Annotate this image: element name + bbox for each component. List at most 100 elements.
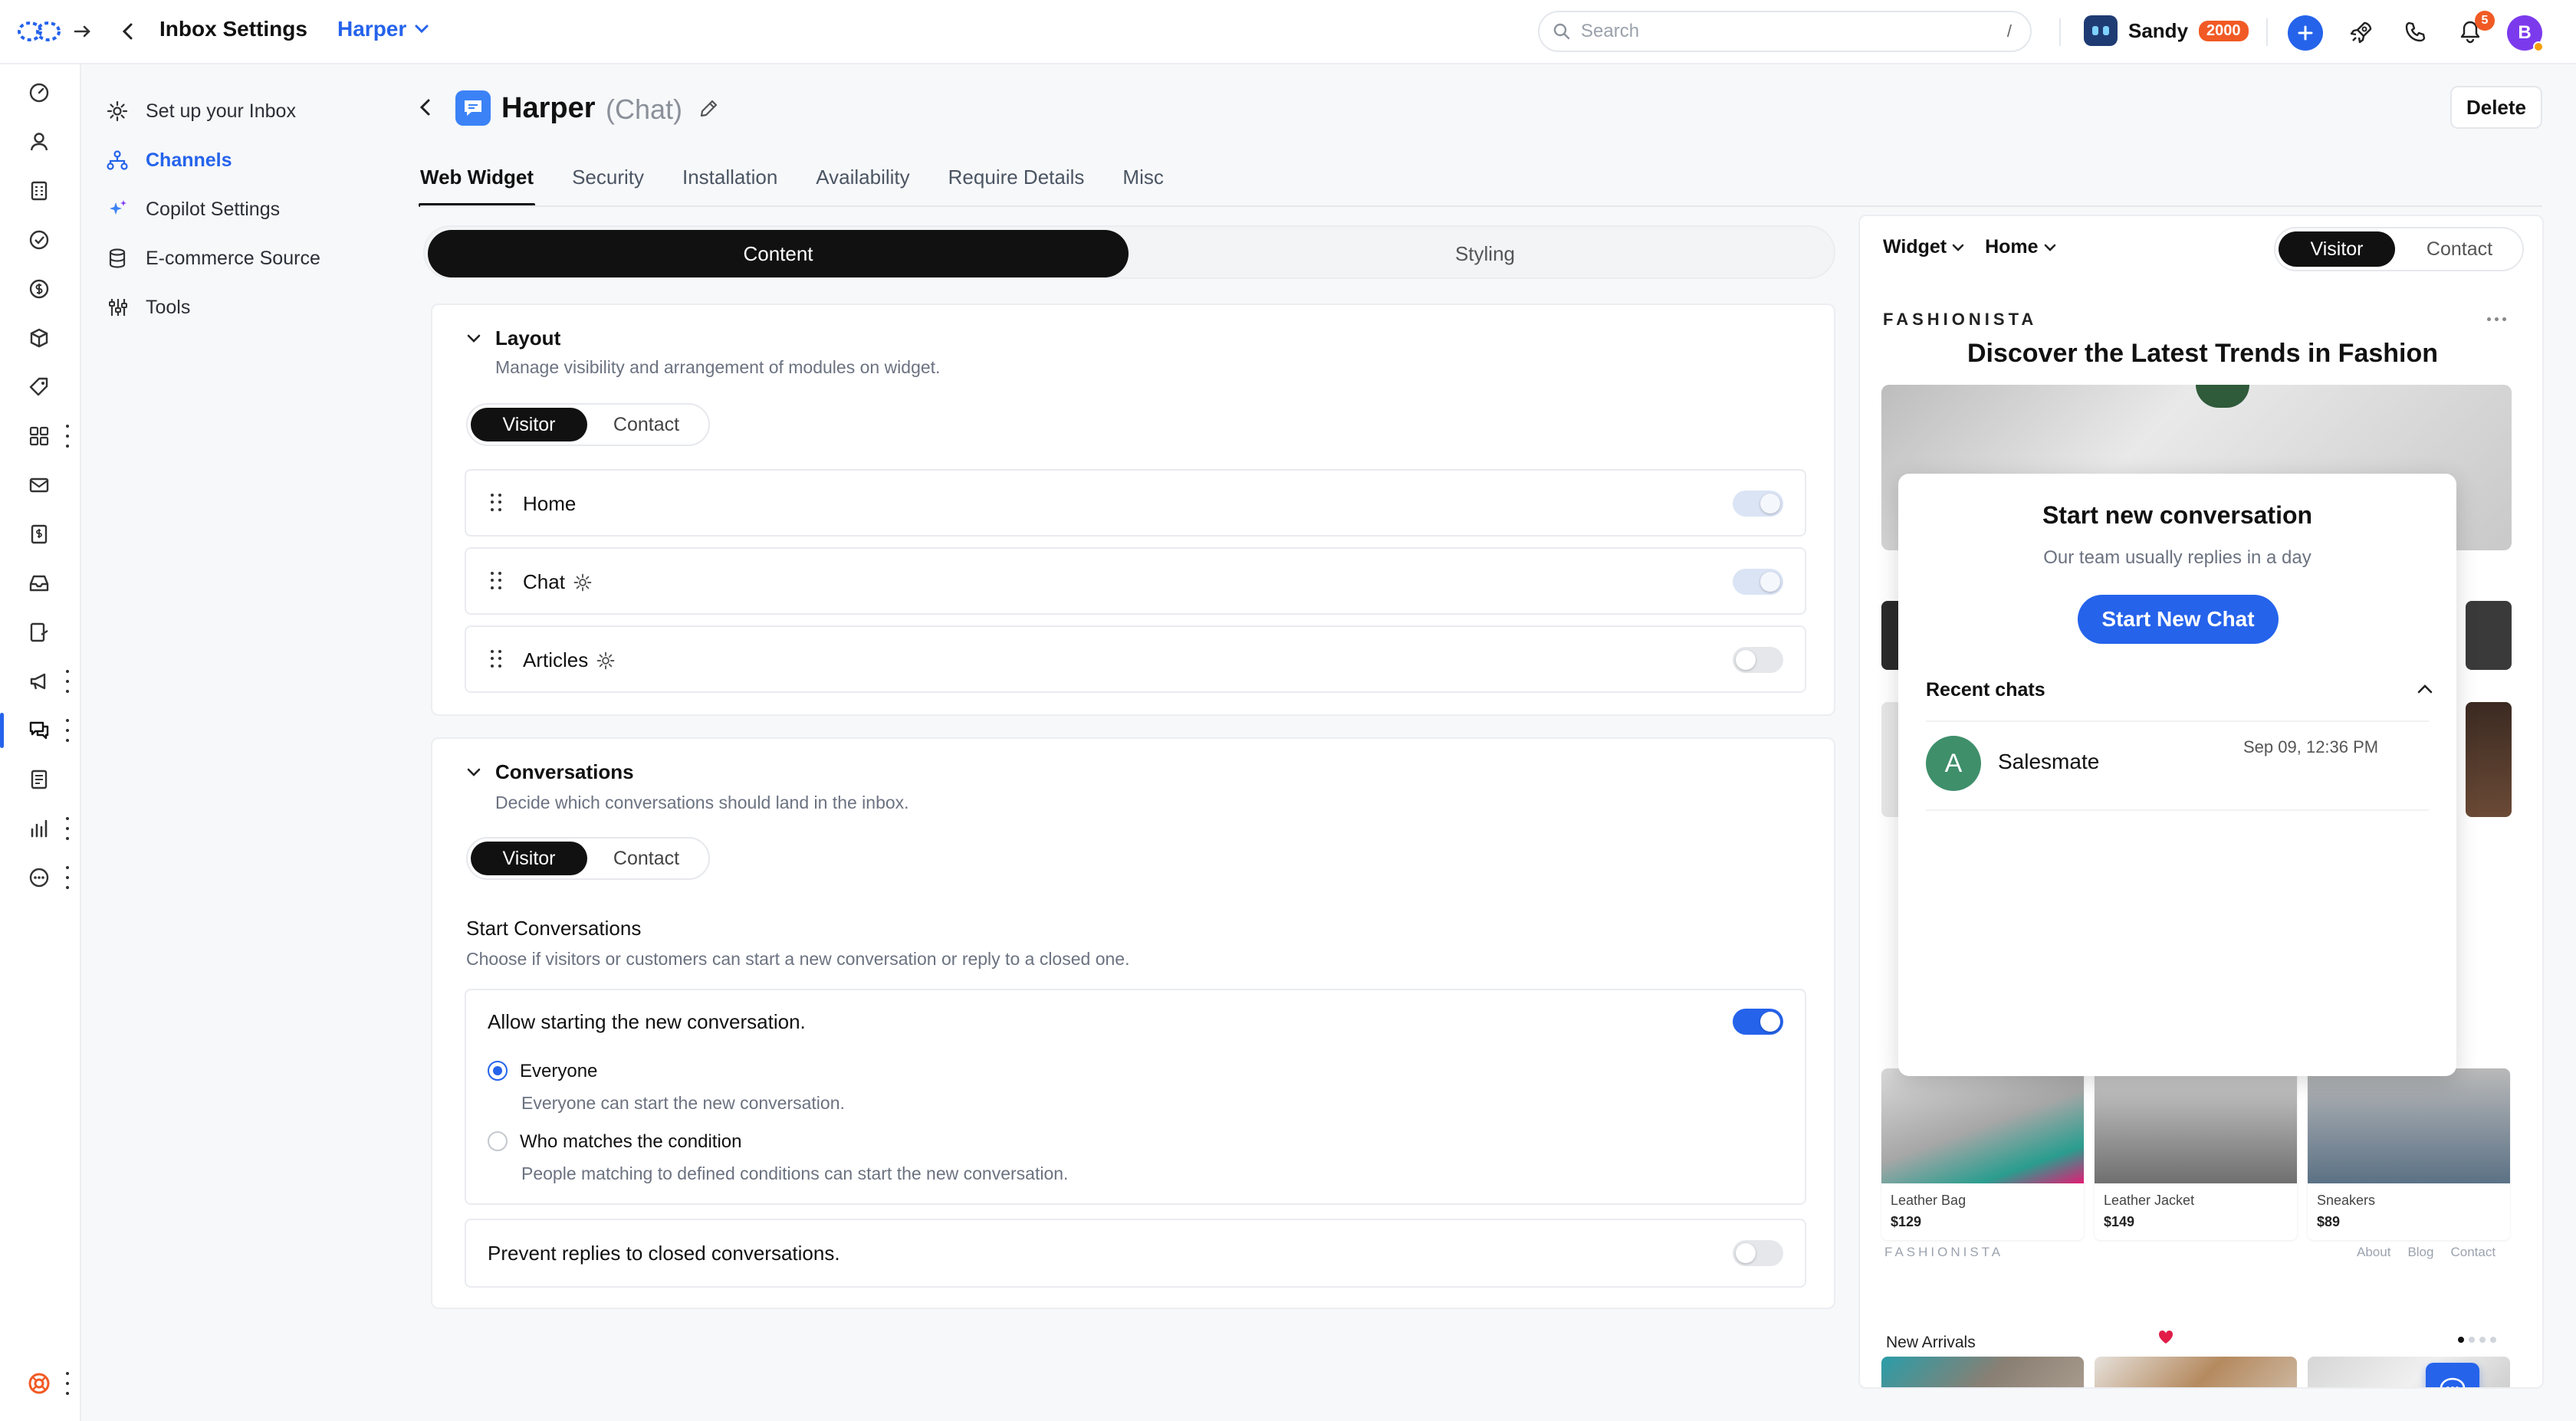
styling-tab-button[interactable]: Styling — [1138, 230, 1832, 277]
prevent-replies-toggle[interactable] — [1733, 1240, 1783, 1266]
more-options-icon[interactable] — [63, 719, 72, 742]
chat-launcher-button[interactable] — [2426, 1363, 2479, 1387]
tab-require-details[interactable]: Require Details — [948, 161, 1085, 207]
products-icon[interactable] — [21, 320, 57, 356]
gear-icon[interactable] — [573, 573, 593, 592]
channel-type: (Chat) — [606, 94, 683, 125]
drag-handle-icon[interactable] — [491, 494, 501, 512]
search-shortcut-hint: / — [2006, 21, 2012, 41]
widget-preview-panel: Widget Home Visitor Contact FASHIONISTA … — [1858, 215, 2544, 1389]
chat-avatar: A — [1926, 736, 1981, 791]
tab-security[interactable]: Security — [572, 161, 644, 207]
pencil-icon[interactable] — [698, 97, 721, 120]
help-icon[interactable] — [21, 1366, 57, 1401]
inbox-icon[interactable] — [21, 566, 57, 601]
gear-icon[interactable] — [596, 651, 616, 671]
knowledge-base-icon[interactable] — [21, 762, 57, 797]
profile-avatar[interactable]: B — [2507, 15, 2544, 52]
user-menu[interactable]: Sandy 2000 — [2084, 15, 2249, 46]
new-arrivals-label: New Arrivals — [1886, 1334, 1976, 1351]
nav-item-channels[interactable]: Channels — [106, 144, 320, 176]
notification-bell[interactable]: 5 — [2455, 11, 2495, 48]
tab-installation[interactable]: Installation — [682, 161, 777, 207]
more-apps-icon[interactable] — [21, 860, 57, 895]
footer-link-contact[interactable]: Contact — [2450, 1245, 2496, 1260]
everyone-option-label: Everyone — [520, 1061, 598, 1081]
product-card: Sneakers $89 — [2308, 1068, 2510, 1240]
contact-button[interactable]: Contact — [587, 842, 705, 875]
drag-handle-icon[interactable] — [491, 572, 501, 590]
gear-icon — [107, 100, 128, 122]
rocket-icon[interactable] — [2346, 17, 2377, 48]
delete-button[interactable]: Delete — [2450, 86, 2542, 129]
content-tab-button[interactable]: Content — [428, 230, 1129, 277]
chat-name[interactable]: Salesmate — [1998, 750, 2099, 774]
everyone-radio[interactable] — [488, 1061, 508, 1081]
conversations-section-header[interactable]: Conversations — [466, 760, 634, 784]
preview-audience-switch: Visitor Contact — [2274, 227, 2524, 271]
product-image — [2095, 1068, 2297, 1183]
create-new-button[interactable] — [2288, 15, 2323, 51]
home-toggle[interactable] — [1733, 491, 1783, 517]
back-arrow-icon[interactable] — [120, 21, 136, 41]
nav-item-ecommerce-source[interactable]: E-commerce Source — [106, 242, 320, 274]
campaigns-icon[interactable] — [21, 664, 57, 699]
nav-item-setup-inbox[interactable]: Set up your Inbox — [106, 95, 320, 127]
nav-item-tools[interactable]: Tools — [106, 291, 320, 323]
footer-link-blog[interactable]: Blog — [2407, 1245, 2433, 1260]
phone-icon[interactable] — [2400, 17, 2430, 48]
reports-icon[interactable] — [21, 811, 57, 846]
layout-section-header[interactable]: Layout — [466, 327, 560, 350]
carousel-pager[interactable] — [2458, 1337, 2496, 1343]
allow-new-conversation-toggle[interactable] — [1733, 1009, 1783, 1035]
preview-contact-button[interactable]: Contact — [2398, 231, 2521, 267]
divider — [2266, 18, 2268, 46]
global-search[interactable]: / — [1538, 11, 2032, 52]
more-options-icon[interactable] — [63, 1372, 72, 1395]
articles-toggle[interactable] — [1733, 647, 1783, 673]
chat-toggle[interactable] — [1733, 569, 1783, 595]
product-name: Sneakers — [2317, 1193, 2376, 1208]
preview-visitor-button[interactable]: Visitor — [2279, 231, 2395, 267]
contact-button[interactable]: Contact — [587, 408, 705, 441]
back-arrow-icon[interactable] — [417, 97, 434, 118]
nav-item-label: Set up your Inbox — [146, 100, 296, 122]
drag-handle-icon[interactable] — [491, 650, 501, 668]
footer-link-about[interactable]: About — [2357, 1245, 2390, 1260]
inbox-selector[interactable]: Harper — [337, 17, 429, 41]
visitor-button[interactable]: Visitor — [471, 408, 587, 441]
visitor-button[interactable]: Visitor — [471, 842, 587, 875]
apps-icon[interactable] — [21, 418, 57, 454]
companies-icon[interactable] — [21, 173, 57, 208]
tag-icon[interactable] — [21, 369, 57, 405]
start-new-chat-button[interactable]: Start New Chat — [2078, 595, 2279, 644]
deals-icon[interactable] — [21, 271, 57, 307]
tasks-icon[interactable] — [21, 222, 57, 258]
expand-sidebar-icon[interactable] — [74, 23, 94, 40]
app-logo-icon[interactable] — [17, 18, 61, 44]
channel-name: Harper — [501, 92, 596, 124]
contacts-icon[interactable] — [21, 124, 57, 159]
conversations-icon[interactable] — [0, 713, 57, 748]
chevron-up-icon[interactable] — [2417, 684, 2433, 694]
tab-misc[interactable]: Misc — [1122, 161, 1163, 207]
module-row-chat: Chat — [465, 547, 1806, 615]
search-input[interactable] — [1581, 21, 1992, 42]
widget-title: Start new conversation — [2042, 501, 2313, 529]
page-select[interactable]: Home — [1985, 236, 2056, 258]
sequences-icon[interactable] — [21, 615, 57, 650]
more-options-icon[interactable] — [63, 866, 72, 889]
widget-select[interactable]: Widget — [1883, 236, 1965, 258]
more-options-icon[interactable] — [63, 817, 72, 840]
email-icon[interactable] — [21, 468, 57, 503]
dashboard-icon[interactable] — [21, 75, 57, 110]
product-image — [2095, 1357, 2297, 1387]
notification-count-badge: 5 — [2475, 11, 2495, 31]
more-options-icon[interactable] — [63, 425, 72, 448]
tab-availability[interactable]: Availability — [816, 161, 909, 207]
nav-item-copilot-settings[interactable]: Copilot Settings — [106, 193, 320, 225]
condition-radio[interactable] — [488, 1131, 508, 1151]
invoice-icon[interactable] — [21, 517, 57, 552]
more-options-icon[interactable] — [63, 670, 72, 693]
tab-web-widget[interactable]: Web Widget — [418, 161, 536, 207]
